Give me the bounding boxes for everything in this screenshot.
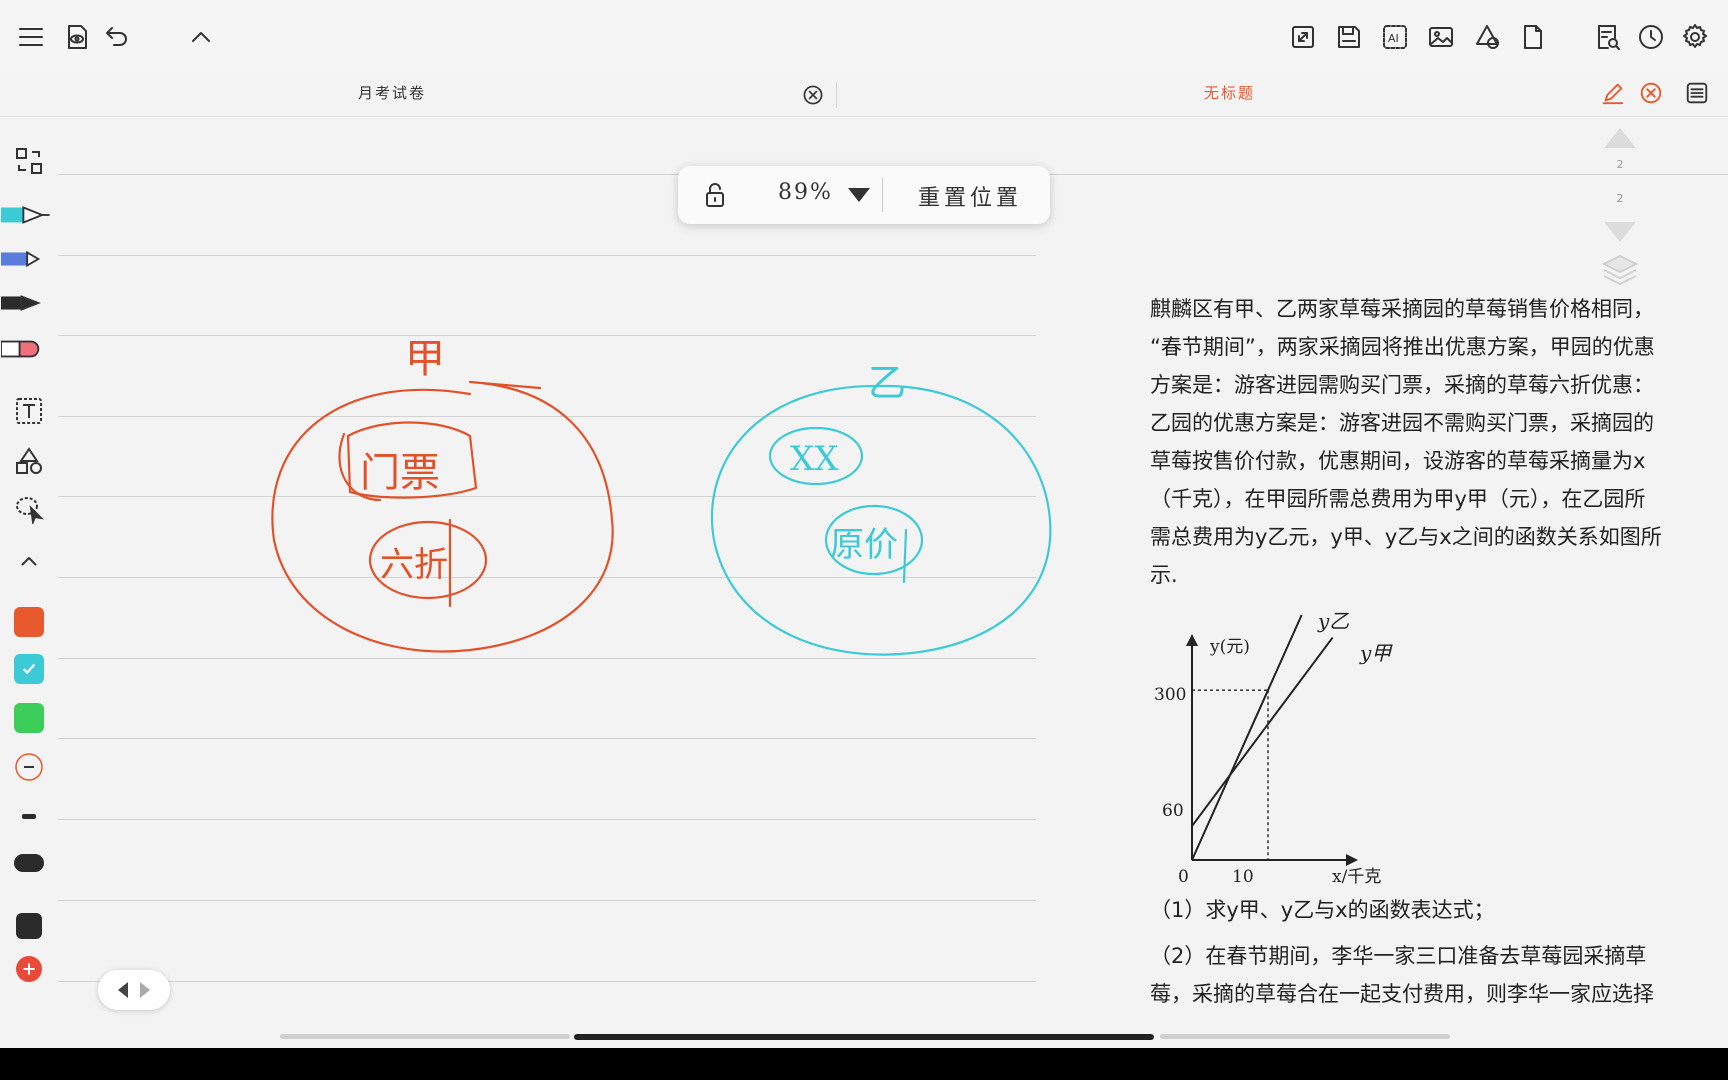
problem-line: 示.	[1150, 563, 1178, 587]
collapse-tools-icon[interactable]	[0, 546, 58, 576]
zoom-value: 89%	[778, 180, 833, 205]
rule-line	[58, 416, 1036, 417]
problem-line: （千克），在甲园所需总费用为甲y甲（元），在乙园所	[1150, 487, 1646, 511]
save-icon[interactable]	[1334, 22, 1364, 52]
series-label-yi: y乙	[1317, 609, 1349, 633]
page-up-icon[interactable]	[1590, 124, 1650, 154]
series-line-jia	[1191, 636, 1334, 827]
check-icon	[22, 663, 36, 675]
svg-text:AI: AI	[1388, 32, 1399, 45]
menu-icon[interactable]	[16, 22, 46, 52]
page-icon[interactable]	[1518, 22, 1548, 52]
layout-toggle-icon[interactable]	[0, 146, 58, 176]
color-swatch-green[interactable]	[14, 703, 44, 733]
blue-pen-icon[interactable]	[0, 244, 58, 274]
x-axis-label: x/千克	[1332, 867, 1381, 887]
cyan-pen-icon[interactable]	[0, 200, 58, 230]
x-axis-arrow	[1346, 854, 1358, 866]
tab-divider	[836, 82, 837, 108]
undo-icon[interactable]	[102, 22, 132, 52]
page-pager	[98, 970, 170, 1010]
tick-label-60: 60	[1162, 801, 1184, 821]
next-page-icon[interactable]	[140, 982, 150, 998]
thin-stroke-option[interactable]	[22, 814, 36, 819]
history-icon[interactable]	[1636, 22, 1666, 52]
rule-line	[58, 819, 1036, 820]
decrease-size-icon[interactable]	[0, 752, 58, 782]
scroll-indicator[interactable]	[280, 1034, 570, 1039]
list-view-icon[interactable]	[1682, 78, 1712, 108]
problem-line: 麒麟区有甲、乙两家草莓采摘园的草莓销售价格相同，	[1150, 297, 1654, 321]
reset-position-button[interactable]: 重置位置	[918, 180, 1022, 212]
question-2-line-2: 莓，采摘的草莓合在一起支付费用，则李华一家应选择	[1150, 982, 1654, 1006]
collapse-toolbar-icon[interactable]	[186, 22, 216, 52]
rule-line	[58, 255, 1036, 256]
black-pen-icon[interactable]	[0, 288, 58, 318]
close-active-tab-icon[interactable]	[1636, 78, 1666, 108]
problem-line: “春节期间”，两家采摘园将推出优惠方案，甲园的优惠	[1150, 335, 1655, 359]
problem-line: 需总费用为y乙元，y甲、y乙与x之间的函数关系如图所	[1150, 525, 1662, 549]
add-color-icon[interactable]	[16, 956, 42, 982]
color-swatch-cyan-selected[interactable]	[14, 654, 44, 684]
layers-icon[interactable]	[1590, 252, 1650, 288]
lasso-select-icon[interactable]	[0, 494, 58, 524]
y-axis-label: y(元)	[1209, 637, 1250, 657]
function-graph: y(元) x/千克 y乙 y甲 300 60 0 10	[1154, 609, 1393, 887]
rule-line	[58, 577, 1036, 578]
ai-icon[interactable]: AI	[1380, 22, 1410, 52]
tick-label-10: 10	[1232, 867, 1254, 887]
problem-line: 方案是：游客进园需购买门票，采摘的草莓六折优惠：	[1150, 373, 1654, 397]
rule-line	[58, 981, 1036, 982]
fullscreen-icon[interactable]	[1288, 22, 1318, 52]
tab-bar: 月考试卷 无标题	[0, 72, 1728, 117]
tab-untitled[interactable]: 无标题	[1204, 82, 1255, 103]
close-tab-icon[interactable]	[798, 80, 828, 110]
edit-pen-icon[interactable]	[1598, 78, 1628, 108]
image-icon[interactable]	[1426, 22, 1456, 52]
bottom-bezel	[0, 1048, 1728, 1080]
stroke-color-dark[interactable]	[16, 913, 42, 939]
shapes-icon[interactable]	[1472, 22, 1502, 52]
zoom-bar: 89% 重置位置	[678, 166, 1050, 224]
rule-line	[58, 900, 1036, 901]
shapes-tool-icon[interactable]	[0, 446, 58, 476]
problem-line: 乙园的优惠方案是：游客进园不需购买门票，采摘园的	[1150, 411, 1654, 435]
preview-icon[interactable]	[62, 22, 92, 52]
eraser-icon[interactable]	[0, 334, 58, 364]
zoom-divider	[882, 178, 883, 212]
question-2-line-1: （2）在春节期间，李华一家三口准备去草莓园采摘草	[1150, 944, 1647, 968]
rule-line	[58, 658, 1036, 659]
zoom-dropdown-icon[interactable]	[848, 188, 870, 202]
page-number-top: 2	[1616, 158, 1624, 171]
rule-line	[58, 335, 1036, 336]
page-down-icon[interactable]	[1590, 216, 1650, 246]
home-indicator[interactable]	[574, 1034, 1154, 1040]
tick-label-300: 300	[1154, 685, 1186, 705]
series-label-jia: y甲	[1359, 641, 1393, 665]
problem-line: 草莓按售价付款，优惠期间，设游客的草莓采摘量为x	[1150, 449, 1646, 473]
page-number-bottom: 2	[1616, 192, 1624, 205]
question-1: （1）求y甲、y乙与x的函数表达式；	[1150, 898, 1495, 922]
document-search-icon[interactable]	[1592, 22, 1622, 52]
tick-label-origin: 0	[1178, 867, 1189, 887]
rule-line	[58, 738, 1036, 739]
y-axis-arrow	[1186, 634, 1198, 646]
prev-page-icon[interactable]	[118, 982, 128, 998]
tab-monthly-exam[interactable]: 月考试卷	[358, 82, 426, 103]
problem-statement: 麒麟区有甲、乙两家草莓采摘园的草莓销售价格相同， “春节期间”，两家采摘园将推出…	[1150, 290, 1728, 594]
color-swatch-orange[interactable]	[14, 607, 44, 637]
settings-icon[interactable]	[1680, 22, 1710, 52]
scroll-indicator[interactable]	[1160, 1034, 1450, 1039]
lock-icon[interactable]	[700, 180, 730, 210]
thick-stroke-option[interactable]	[14, 854, 44, 872]
top-toolbar: AI	[0, 0, 1728, 72]
rule-line	[58, 496, 1036, 497]
text-tool-icon[interactable]	[0, 396, 58, 426]
